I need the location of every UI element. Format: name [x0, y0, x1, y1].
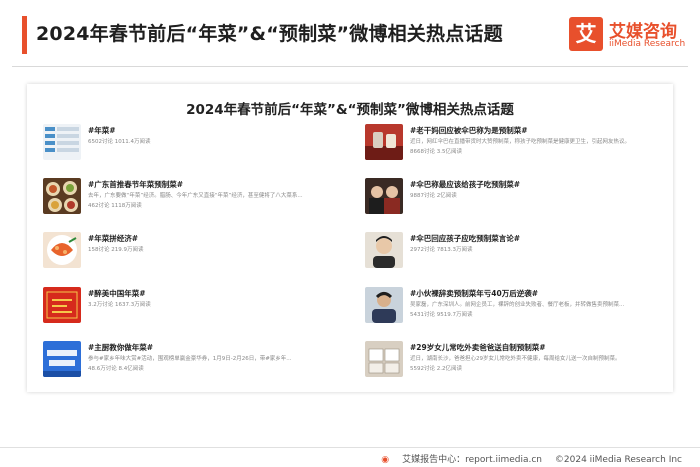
screenshot-thumb-icon — [43, 124, 81, 160]
topic-stats: 2972讨论 7813.3万阅读 — [410, 247, 473, 253]
topic-desc: 参与#家乡年味大赏#活动，围观榜单赢金豪华券，1月9日-2月26日，带#家乡年.… — [88, 356, 292, 362]
topic-name: #29岁女儿常吃外卖爸爸送自制预制菜# — [410, 343, 546, 352]
footer-divider — [0, 447, 700, 448]
source-text: 艾媒报告中心：report.iimedia.cn — [402, 455, 543, 465]
red-poster-icon — [43, 287, 81, 323]
topic-desc: 吴家磊，广东深圳人。前网企员工，裸辞的创业失败者、餐厅老板，并转做售卖预制菜..… — [410, 302, 625, 308]
portrait-photo-icon — [365, 232, 403, 268]
topic-item[interactable]: #老干妈回应被伞巴称为是预制菜# 近日，网红伞巴在直播带货时大赞预制菜，称孩子吃… — [365, 124, 665, 168]
logo-en-text: iiMedia Research — [609, 39, 686, 49]
topic-desc: 去年，广东要做“年菜”经济。腊肠、今年广东又直接“年菜”经济，甚至健将了八大菜系… — [88, 193, 303, 199]
footer: ◉ 艾媒报告中心：report.iimedia.cn ©2024 iiMedia … — [381, 452, 682, 465]
topic-name: #年菜拼经济# — [88, 234, 139, 243]
header: 2024年春节前后“年菜”&“预制菜”微博相关热点话题 艾 艾媒咨询 iiMed… — [0, 0, 700, 66]
topic-item[interactable]: #伞巴回应孩子应吃预制菜言论# 2972讨论 7813.3万阅读 — [365, 232, 665, 276]
logo-mark-icon: 艾 — [569, 17, 603, 51]
topic-stats: 3.2万讨论 1637.3万阅读 — [88, 302, 151, 308]
topic-name: #广东首推春节年菜预制菜# — [88, 180, 184, 189]
man-photo-icon — [365, 287, 403, 323]
page-title: 2024年春节前后“年菜”&“预制菜”微博相关热点话题 — [36, 23, 503, 45]
topic-desc: 近日，湖南长沙，爸爸担心29岁女儿常吃外卖不健康，每周给女儿送一次自制预制菜。 — [410, 356, 621, 362]
topic-item[interactable]: #年菜拼经济# 158讨论 219.9万阅读 — [43, 232, 343, 276]
title-divider — [12, 66, 688, 67]
topic-item[interactable]: #广东首推春节年菜预制菜# 去年，广东要做“年菜”经济。腊肠、今年广东又直接“年… — [43, 178, 343, 222]
topic-name: #醉美中国年菜# — [88, 289, 146, 298]
iimedia-source-icon: ◉ — [381, 455, 390, 465]
topic-name: #伞巴称最应该给孩子吃预制菜# — [410, 180, 521, 189]
dishes-photo-icon — [43, 178, 81, 214]
topic-name: #伞巴回应孩子应吃预制菜言论# — [410, 234, 521, 243]
product-photo-icon — [365, 124, 403, 160]
topic-name: #年菜# — [88, 126, 116, 135]
hot-topics-panel: 2024年春节前后“年菜”&“预制菜”微博相关热点话题 #年菜# 6502讨论 … — [27, 84, 673, 392]
topic-stats: 158讨论 219.9万阅读 — [88, 247, 144, 253]
topic-name: #主厨教你做年菜# — [88, 343, 154, 352]
box-photo-icon — [365, 341, 403, 377]
topic-stats: 8668讨论 3.5亿阅读 — [410, 149, 462, 155]
brand-logo[interactable]: 艾 艾媒咨询 iiMedia Research — [569, 17, 691, 57]
blue-poster-icon — [43, 341, 81, 377]
topic-item[interactable]: #29岁女儿常吃外卖爸爸送自制预制菜# 近日，湖南长沙，爸爸担心29岁女儿常吃外… — [365, 341, 665, 385]
topic-stats: 5592讨论 2.2亿阅读 — [410, 366, 462, 372]
topic-stats: 5431讨论 9519.7万阅读 — [410, 312, 473, 318]
topic-stats: 6502讨论 1011.4万阅读 — [88, 139, 151, 145]
topic-item[interactable]: #主厨教你做年菜# 参与#家乡年味大赏#活动，围观榜单赢金豪华券，1月9日-2月… — [43, 341, 343, 385]
topic-item[interactable]: #醉美中国年菜# 3.2万讨论 1637.3万阅读 — [43, 287, 343, 331]
topic-item[interactable]: #年菜# 6502讨论 1011.4万阅读 — [43, 124, 343, 168]
seafood-photo-icon — [43, 232, 81, 268]
topic-name: #老干妈回应被伞巴称为是预制菜# — [410, 126, 528, 135]
topic-item[interactable]: #伞巴称最应该给孩子吃预制菜# 9887讨论 2亿阅读 — [365, 178, 665, 222]
livestream-photo-icon — [365, 178, 403, 214]
copyright-text: ©2024 iiMedia Research Inc — [554, 455, 682, 465]
topic-name: #小伙裸辞卖预制菜年亏40万后逆袭# — [410, 289, 539, 298]
topic-stats: 462讨论 1118万阅读 — [88, 203, 142, 209]
topic-stats: 9887讨论 2亿阅读 — [410, 193, 457, 199]
panel-title: 2024年春节前后“年菜”&“预制菜”微博相关热点话题 — [186, 102, 514, 118]
topic-stats: 48.6万讨论 8.4亿阅读 — [88, 366, 144, 372]
source-link[interactable]: ◉ 艾媒报告中心：report.iimedia.cn — [381, 455, 542, 465]
title-accent-bar — [22, 16, 27, 54]
topic-item[interactable]: #小伙裸辞卖预制菜年亏40万后逆袭# 吴家磊，广东深圳人。前网企员工，裸辞的创业… — [365, 287, 665, 331]
topic-desc: 近日，网红伞巴在直播带货时大赞预制菜，称孩子吃预制菜是健康更卫生，引起网友热议。 — [410, 139, 631, 145]
